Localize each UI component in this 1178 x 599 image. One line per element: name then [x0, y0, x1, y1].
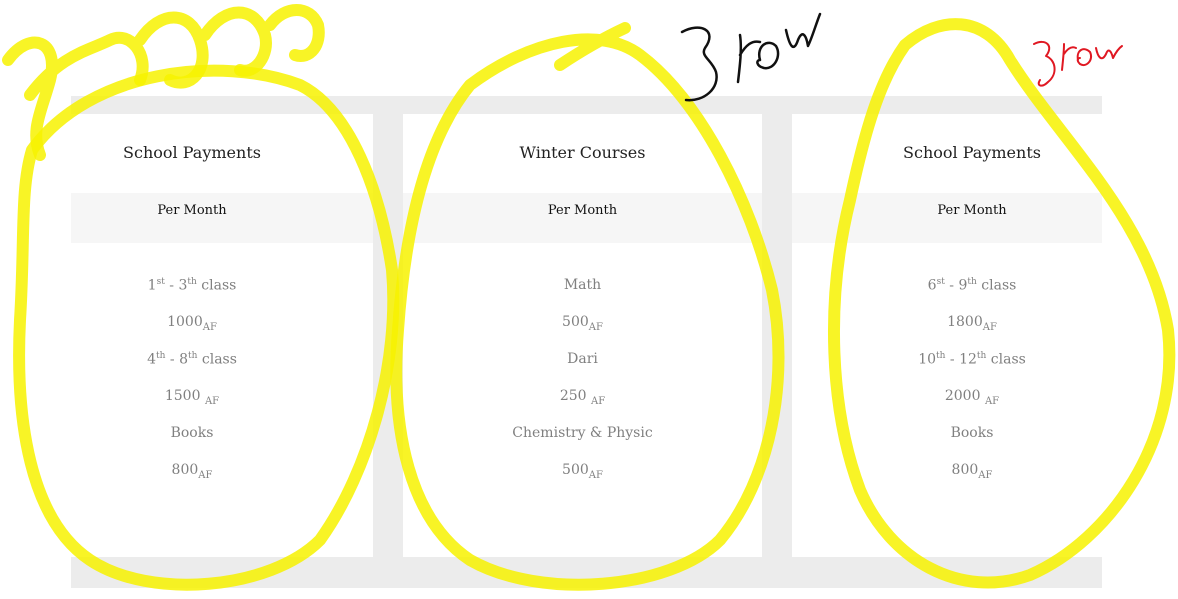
pricing-card-1-price-2: 1500 AF [164, 388, 220, 407]
pricing-card-3-content: School Payments Per Month 6st - 9th clas… [792, 0, 1152, 599]
pricing-card-2-item-1: Math [563, 277, 602, 293]
pricing-card-2-item-2: Dari [567, 351, 598, 367]
pricing-card-1-price-1: 1000AF [167, 314, 217, 333]
pricing-card-2-item-3: Chemistry & Physic [512, 425, 653, 441]
pricing-card-1-item-3: Books [170, 425, 214, 441]
pricing-card-1-price-3: 800AF [171, 462, 213, 481]
pricing-card-1-content: School Payments Per Month 1st - 3th clas… [71, 0, 313, 599]
pricing-card-3-price-3: 800AF [951, 462, 993, 481]
pricing-card-3-item-2: 10th - 12th class [918, 351, 1026, 368]
pricing-card-3-title: School Payments [903, 143, 1041, 162]
pricing-card-3-price-2: 2000 AF [944, 388, 1000, 407]
pricing-card-2-price-2: 250 AF [559, 388, 606, 407]
pricing-card-1-item-2: 4th - 8th class [147, 351, 237, 368]
pricing-card-1-period: Per Month [157, 203, 227, 218]
pricing-card-3-item-3: Books [950, 425, 994, 441]
pricing-card-3-price-1: 1800AF [947, 314, 997, 333]
pricing-card-2-title: Winter Courses [519, 143, 646, 162]
pricing-card-3-period: Per Month [937, 203, 1007, 218]
pricing-card-2-price-3: 500AF [562, 462, 603, 481]
pricing-card-1-item-1: 1st - 3th class [147, 277, 237, 294]
pricing-card-3-item-1: 6st - 9th class [927, 277, 1017, 294]
pricing-card-2-price-1: 500AF [562, 314, 603, 333]
pricing-card-2-content: Winter Courses Per Month Math 500AF Dari… [403, 0, 762, 599]
pricing-card-2-period: Per Month [547, 203, 618, 218]
pricing-card-1-title: School Payments [123, 143, 261, 162]
